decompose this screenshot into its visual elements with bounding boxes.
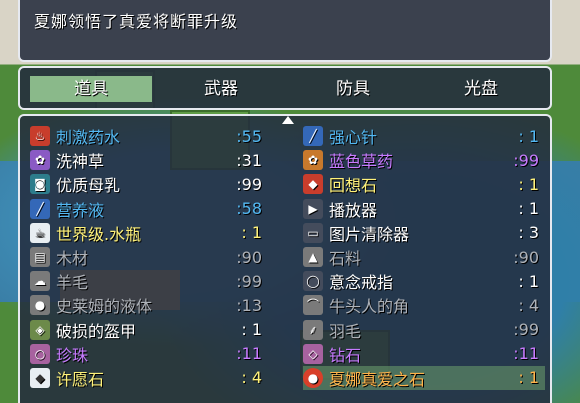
item-name: 羊毛 <box>56 273 89 293</box>
item-count: :55 <box>236 126 262 146</box>
player-icon: ▶ <box>303 198 323 219</box>
pearl-icon: ○ <box>30 343 50 364</box>
cup-icon: ☕ <box>30 222 50 243</box>
item-name: 羽毛 <box>329 321 362 341</box>
feather-icon: ⸙ <box>303 319 323 340</box>
item-column-right: ╱ 强心针 : 1 ✿ 蓝色草药 :99 ◆ 回想石 : 1 ▶ 播放器 : 1 ▭ 图片清除器:… <box>303 124 545 391</box>
item-row[interactable]: ▶ 播放器 : 1 <box>303 197 545 221</box>
item-name: 牛头人的角 <box>329 297 410 317</box>
item-row[interactable]: ╱ 营养液 :58 <box>30 197 268 221</box>
item-name: 图片清除器 <box>329 224 410 244</box>
message-window: 夏娜领悟了真爱将断罪升级 <box>18 0 552 62</box>
armor-icon: ◈ <box>30 319 50 340</box>
category-tabs: 道具 武器 防具 光盘 <box>18 66 552 110</box>
item-name: 洗神草 <box>56 152 105 172</box>
tab-weapons[interactable]: 武器 <box>160 76 282 102</box>
item-row[interactable]: ✿ 蓝色草药 :99 <box>303 148 545 172</box>
item-row[interactable]: ◙ 优质母乳 :99 <box>30 172 268 196</box>
item-count: :90 <box>236 247 262 267</box>
wish-stone-icon: ◆ <box>30 367 50 388</box>
item-count: : 4 <box>518 295 539 315</box>
item-name: 许愿石 <box>56 369 105 389</box>
item-name: 优质母乳 <box>56 176 121 196</box>
item-row[interactable]: ╱ 强心针 : 1 <box>303 124 545 148</box>
wool-icon: ☁ <box>30 271 50 292</box>
item-count: : 1 <box>518 368 539 388</box>
stone-icon: ▲ <box>303 247 323 268</box>
item-name: 珍珠 <box>56 345 89 365</box>
item-count: :13 <box>236 295 262 315</box>
item-name: 强心针 <box>329 128 378 148</box>
item-name: 世界级.水瓶 <box>56 224 142 244</box>
item-row[interactable]: ◆ 回想石 : 1 <box>303 172 545 196</box>
item-row[interactable]: ◯ 意念戒指 : 1 <box>303 269 545 293</box>
item-count: : 1 <box>518 199 539 219</box>
item-row[interactable]: ◇ 钻石 :11 <box>303 342 545 366</box>
herb-icon: ✿ <box>30 150 50 171</box>
item-count: : 1 <box>241 223 262 243</box>
syringe-icon: ╱ <box>303 126 323 147</box>
item-name: 刺激药水 <box>56 128 121 148</box>
item-count: :11 <box>236 344 262 364</box>
item-row[interactable]: ● 史莱姆的液体 :13 <box>30 293 268 317</box>
ring-icon: ◯ <box>303 271 323 292</box>
potion-icon: ♨ <box>30 126 50 147</box>
item-count: :11 <box>513 344 539 364</box>
item-count: :99 <box>236 271 262 291</box>
item-count: :90 <box>513 247 539 267</box>
tab-discs[interactable]: 光盘 <box>420 76 542 102</box>
horn-icon: ⌒ <box>303 295 323 316</box>
item-count: :99 <box>513 150 539 170</box>
item-name: 回想石 <box>329 176 378 196</box>
item-name: 营养液 <box>56 200 105 220</box>
item-name: 蓝色草药 <box>329 152 394 172</box>
herb-icon: ✿ <box>303 150 323 171</box>
item-name: 木材 <box>56 249 89 269</box>
tab-items[interactable]: 道具 <box>30 76 152 102</box>
item-row[interactable]: ⸙ 羽毛 :99 <box>303 318 545 342</box>
item-count: : 1 <box>518 126 539 146</box>
item-name: 史莱姆的液体 <box>56 297 153 317</box>
item-count: : 1 <box>241 320 262 340</box>
diamond-icon: ◇ <box>303 343 323 364</box>
item-count: :58 <box>236 199 262 219</box>
item-count: : 1 <box>518 271 539 291</box>
item-row[interactable]: ▭ 图片清除器 : 3 <box>303 221 545 245</box>
item-row[interactable]: ▤ 木材 :90 <box>30 245 268 269</box>
item-row[interactable]: ⌒ 牛头人的角 : 4 <box>303 293 545 317</box>
item-column-left: ♨ 刺激药水 :55 ✿ 洗神草 :31 ◙ 优质母乳 :99 ╱ 营养液 :58 ☕ 世界级.水… <box>30 124 268 390</box>
item-row[interactable]: ✿ 洗神草 :31 <box>30 148 268 172</box>
syringe-icon: ╱ <box>30 198 50 219</box>
item-row[interactable]: ♨ 刺激药水 :55 <box>30 124 268 148</box>
item-row[interactable]: ☕ 世界级.水瓶 : 1 <box>30 221 268 245</box>
item-row[interactable]: ◈ 破损的盔甲 : 1 <box>30 318 268 342</box>
item-row-selected[interactable]: ● 夏娜真爱之石 : 1 <box>303 365 545 391</box>
item-count: : 4 <box>241 368 262 388</box>
item-name: 破损的盔甲 <box>56 321 137 341</box>
item-row[interactable]: ▲ 石料 :90 <box>303 245 545 269</box>
item-name: 夏娜真爱之石 <box>329 369 426 389</box>
item-count: :99 <box>513 320 539 340</box>
item-name: 石料 <box>329 249 362 269</box>
item-list-window: ♨ 刺激药水 :55 ✿ 洗神草 :31 ◙ 优质母乳 :99 ╱ 营养液 :58 ☕ 世界级.水… <box>18 114 552 403</box>
item-row[interactable]: ○ 珍珠 :11 <box>30 342 268 366</box>
slime-icon: ● <box>30 295 50 316</box>
tab-armor[interactable]: 防具 <box>292 76 414 102</box>
item-row[interactable]: ☁ 羊毛 :99 <box>30 269 268 293</box>
message-text: 夏娜领悟了真爱将断罪升级 <box>34 12 239 31</box>
milk-bottle-icon: ◙ <box>30 174 50 195</box>
item-count: :31 <box>236 150 262 170</box>
item-name: 意念戒指 <box>329 273 394 293</box>
item-count: :99 <box>236 174 262 194</box>
recall-stone-icon: ◆ <box>303 174 323 195</box>
wood-icon: ▤ <box>30 247 50 268</box>
scroll-up-arrow-icon[interactable] <box>282 116 294 124</box>
item-row[interactable]: ◆ 许愿石 : 4 <box>30 366 268 390</box>
love-stone-icon: ● <box>303 367 323 388</box>
item-name: 播放器 <box>329 200 378 220</box>
item-name: 钻石 <box>329 345 362 365</box>
monitor-icon: ▭ <box>303 222 323 243</box>
item-count: : 1 <box>518 174 539 194</box>
item-count: : 3 <box>518 223 539 243</box>
